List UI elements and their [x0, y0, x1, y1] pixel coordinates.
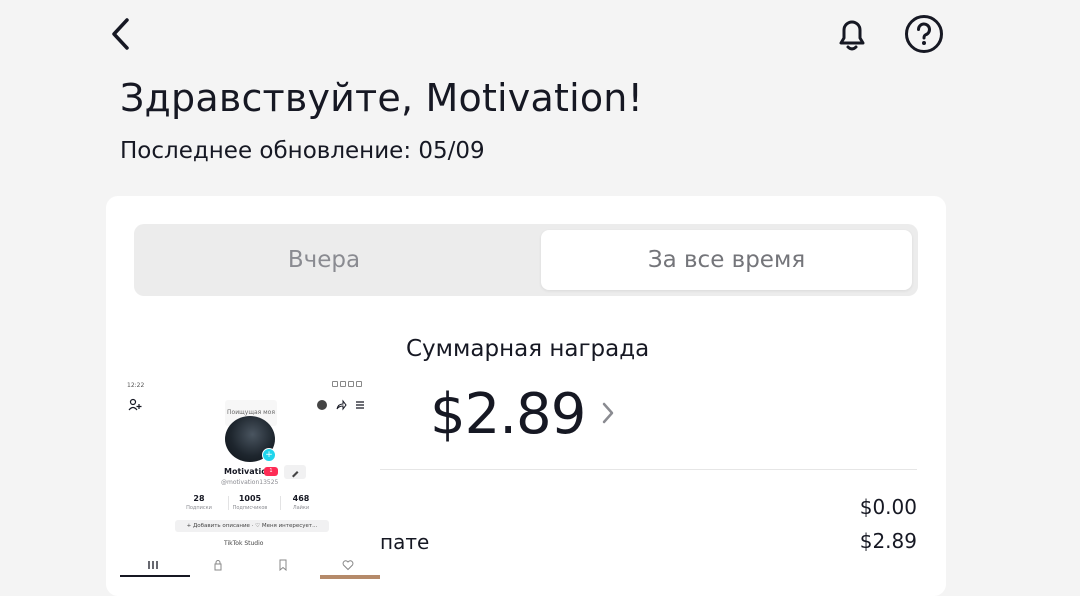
stat-label: Подписки: [186, 505, 212, 511]
activity-icon: [317, 400, 327, 410]
back-button[interactable]: [100, 14, 140, 54]
pencil-icon: [292, 471, 299, 478]
tiktok-studio-link: TikTok Studio: [224, 540, 264, 547]
stat-value: 28: [193, 494, 205, 503]
video-thumbnail: [320, 575, 380, 579]
help-button[interactable]: [902, 12, 946, 56]
heart-icon: [342, 560, 353, 571]
active-tab-indicator: [120, 575, 190, 577]
reward-row-label: пате: [380, 530, 430, 554]
status-icons: [332, 381, 372, 387]
profile-top-actions: [316, 398, 376, 412]
total-reward-amount[interactable]: $2.89: [430, 382, 586, 447]
bookmark-icon: [279, 559, 286, 571]
stat-followers: 1005 Подписчиков: [221, 494, 279, 511]
reward-row-value: $2.89: [859, 529, 917, 553]
reward-row-value: $0.00: [859, 495, 917, 519]
stat-value: 1005: [238, 494, 262, 503]
grid-icon: [147, 561, 158, 569]
status-time: 12:22: [127, 382, 145, 389]
add-bio-button: + Добавить описание · ♡ Меня интересует.…: [175, 520, 329, 532]
notifications-button[interactable]: [830, 12, 874, 56]
profile-badge: 1: [264, 467, 278, 476]
add-story-icon: +: [262, 448, 276, 462]
stat-label: Лайки: [292, 505, 310, 511]
question-circle-icon: [905, 15, 943, 53]
stat-likes: 468 Лайки: [272, 494, 330, 511]
edit-profile-button: [284, 465, 306, 479]
profile-content-tabs: [120, 556, 380, 574]
page-title: Здравствуйте, Motivation!: [120, 76, 644, 120]
tab-all-time[interactable]: За все время: [541, 230, 912, 290]
total-reward-label: Суммарная награда: [406, 336, 650, 362]
chevron-right-icon: [602, 402, 614, 424]
stat-following: 28 Подписки: [170, 494, 228, 511]
share-icon: [336, 399, 347, 411]
profile-screenshot-overlay: 12:22 Поищущая моя + Motivation 1 @motiv…: [120, 378, 380, 579]
bell-icon: [839, 20, 865, 51]
menu-icon: [356, 401, 364, 409]
stat-label: Подписчиков: [232, 505, 268, 511]
tab-yesterday[interactable]: Вчера: [134, 224, 514, 296]
last-update-text: Последнее обновление: 05/09: [120, 138, 485, 164]
divider: [380, 469, 917, 470]
stat-value: 468: [292, 494, 310, 503]
profile-handle: @motivation13525: [221, 479, 279, 486]
lock-icon: [214, 560, 221, 571]
total-reward-details-button[interactable]: [596, 398, 620, 428]
add-friend-icon: [128, 398, 142, 411]
chevron-left-icon: [112, 18, 129, 50]
